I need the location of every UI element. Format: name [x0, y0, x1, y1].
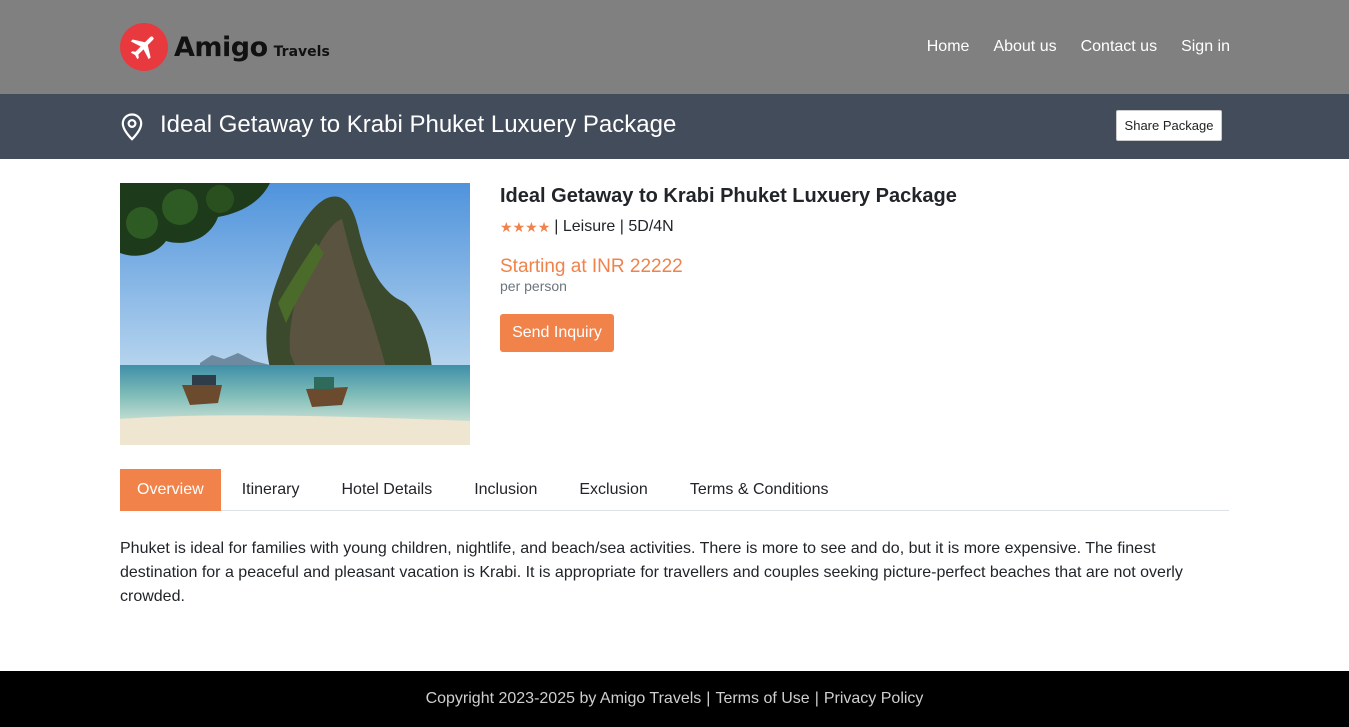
tab-itinerary[interactable]: Itinerary [221, 469, 321, 511]
tab-exclusion[interactable]: Exclusion [558, 469, 668, 511]
page-title: Ideal Getaway to Krabi Phuket Luxuery Pa… [160, 111, 677, 138]
send-inquiry-button[interactable]: Send Inquiry [500, 314, 614, 352]
tab-overview[interactable]: Overview [120, 469, 221, 511]
package-meta: ★ ★ ★ ★ | Leisure | 5D/4N [500, 218, 1230, 236]
location-pin-icon [121, 113, 143, 141]
tab-inclusion[interactable]: Inclusion [453, 469, 558, 511]
tab-hotel-details[interactable]: Hotel Details [320, 469, 453, 511]
overview-text: Phuket is ideal for families with young … [120, 540, 1183, 605]
rating-stars: ★ ★ ★ ★ [500, 220, 550, 234]
tab-terms[interactable]: Terms & Conditions [669, 469, 850, 511]
nav-about[interactable]: About us [993, 38, 1056, 56]
nav-contact[interactable]: Contact us [1081, 38, 1157, 56]
nav-signin[interactable]: Sign in [1181, 38, 1230, 56]
brand-sub: Travels [273, 43, 330, 60]
privacy-link[interactable]: Privacy Policy [824, 690, 924, 708]
package-titlebar: Ideal Getaway to Krabi Phuket Luxuery Pa… [0, 94, 1349, 159]
price-unit: per person [500, 278, 567, 294]
share-package-button[interactable]: Share Package [1116, 110, 1222, 141]
star-icon: ★ [537, 219, 551, 235]
package-details: Ideal Getaway to Krabi Phuket Luxuery Pa… [500, 183, 1230, 352]
footer-separator: | [814, 690, 819, 707]
package-title: Ideal Getaway to Krabi Phuket Luxuery Pa… [500, 185, 957, 207]
brand-logo[interactable]: Amigo Travels [120, 23, 330, 71]
package-tabs: Overview Itinerary Hotel Details Inclusi… [120, 469, 1229, 511]
star-icon: ★ [525, 219, 538, 235]
package-meta-text: | Leisure | 5D/4N [554, 218, 674, 235]
airplane-icon [120, 23, 168, 71]
site-header: Amigo Travels Home About us Contact us S… [0, 0, 1349, 94]
main-nav: Home About us Contact us Sign in [927, 38, 1230, 56]
footer-separator: | [706, 690, 711, 707]
copyright-text: Copyright 2023-2025 by Amigo Travels [425, 690, 702, 707]
star-icon: ★ [512, 219, 526, 235]
terms-link[interactable]: Terms of Use [715, 690, 809, 708]
star-icon: ★ [500, 219, 513, 235]
brand-name: Amigo [174, 31, 268, 63]
nav-home[interactable]: Home [927, 38, 970, 56]
package-price: Starting at INR 22222 [500, 256, 683, 277]
package-image [120, 183, 470, 445]
site-footer: Copyright 2023-2025 by Amigo Travels | T… [0, 671, 1349, 727]
